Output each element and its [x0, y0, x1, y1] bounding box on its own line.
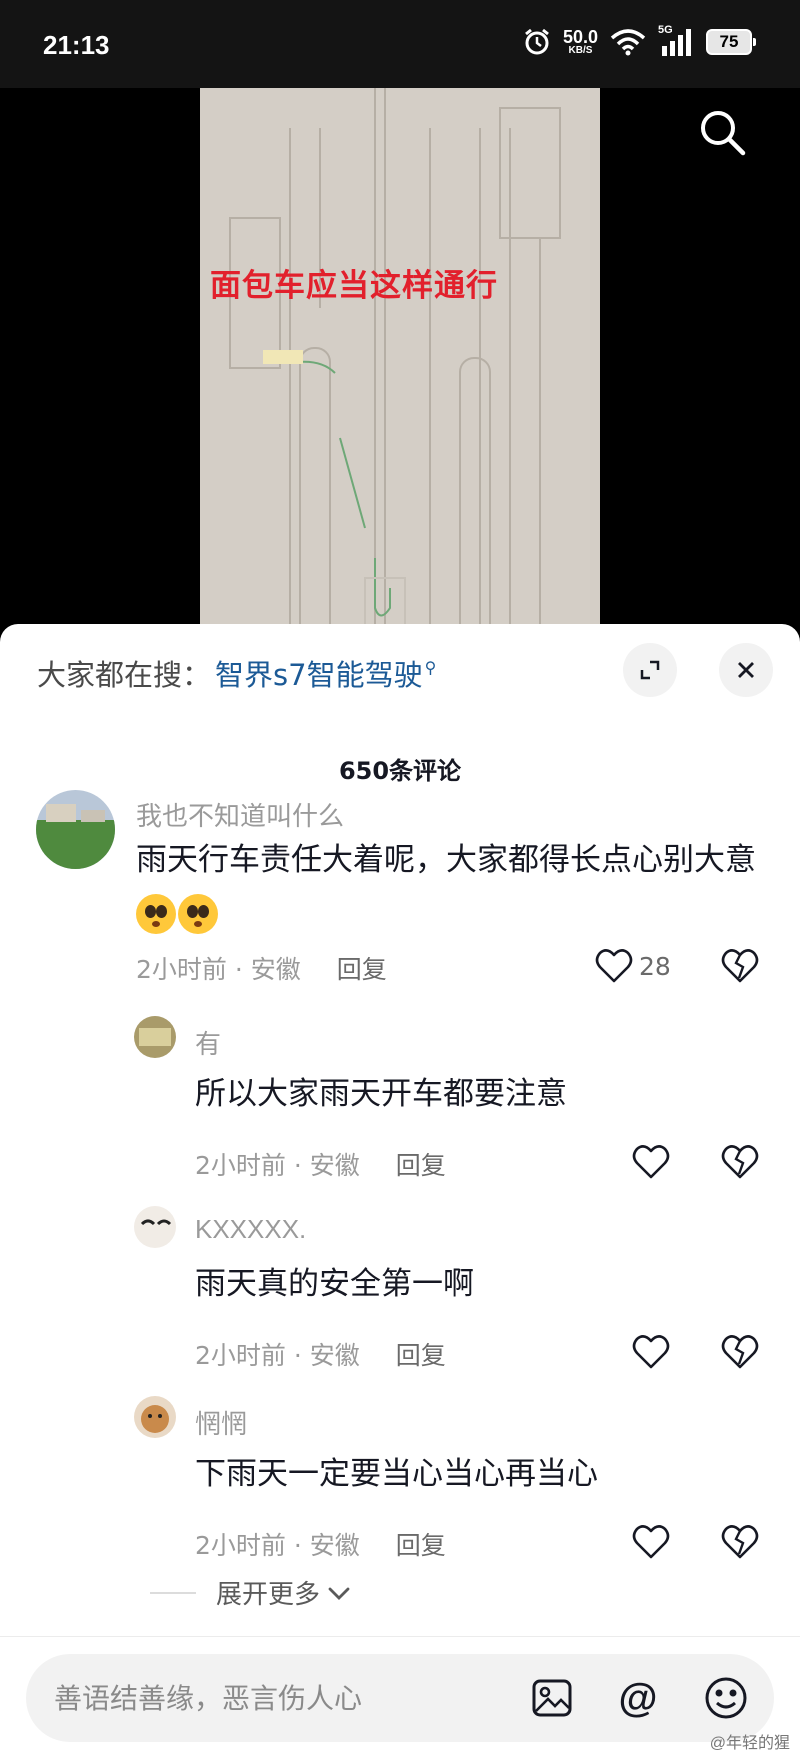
comment-input-container: @ — [26, 1654, 774, 1742]
reply-button[interactable]: 回复 — [337, 950, 387, 986]
expand-more-label: 展开更多 — [216, 1580, 321, 1610]
comment-time-location: 2小时前 · 安徽 — [136, 955, 301, 984]
image-icon — [532, 1679, 572, 1717]
reply-text: 雨天真的安全第一啊 — [195, 1266, 474, 1302]
heart-icon[interactable] — [632, 1524, 670, 1560]
reply-text: 下雨天一定要当心当心再当心 — [195, 1456, 598, 1492]
dislike-icon[interactable] — [721, 1334, 759, 1370]
reply-meta: 2小时前 · 安徽 回复 — [195, 1146, 446, 1182]
comment-input-bar: @ @年轻的猩 — [0, 1636, 800, 1759]
reply-meta: 2小时前 · 安徽 回复 — [195, 1526, 446, 1562]
search-icon[interactable] — [696, 106, 748, 158]
reply-meta: 2小时前 · 安徽 回复 — [195, 1336, 446, 1372]
emoji-face-icon — [705, 1677, 747, 1719]
dislike-icon[interactable] — [721, 1144, 759, 1180]
fullscreen-button[interactable] — [623, 643, 677, 697]
reply-username[interactable]: 有 — [195, 1024, 221, 1061]
avatar[interactable] — [36, 790, 115, 869]
net-speed-unit: KB/S — [568, 45, 593, 56]
comment-input[interactable] — [54, 1654, 514, 1742]
net-speed-value: 50.0 — [562, 27, 598, 47]
heart-icon[interactable] — [632, 1144, 670, 1180]
search-small-icon: ⚲ — [424, 658, 437, 677]
dislike-icon[interactable] — [721, 948, 759, 984]
comment-text: 雨天行车责任大着呢，大家都得长点心别大意 — [136, 834, 776, 938]
dislike-icon[interactable] — [721, 1524, 759, 1560]
reply-time-location: 2小时前 · 安徽 — [195, 1151, 360, 1180]
video-caption: 面包车应当这样通行 — [210, 268, 498, 304]
watermark: @年轻的猩 — [709, 1735, 790, 1752]
comment-text-body: 雨天行车责任大着呢，大家都得长点心别大意 — [136, 842, 756, 878]
image-button[interactable] — [528, 1674, 576, 1722]
avatar[interactable] — [134, 1396, 176, 1438]
expand-more-button[interactable]: 展开更多 — [150, 1574, 352, 1611]
emoji-button[interactable] — [702, 1674, 750, 1722]
close-button[interactable] — [719, 643, 773, 697]
heart-icon[interactable] — [632, 1334, 670, 1370]
comments-sheet: 大家都在搜： 智界s7智能驾驶 ⚲ 650条评论 — [0, 624, 800, 1759]
reply-button[interactable]: 回复 — [396, 1146, 446, 1182]
hot-search-term[interactable]: 智界s7智能驾驶 — [215, 652, 423, 694]
reply-username[interactable]: KXXXXX. — [195, 1214, 306, 1245]
hot-search[interactable]: 大家都在搜： 智界s7智能驾驶 ⚲ — [37, 652, 436, 694]
status-time: 21:13 — [43, 30, 110, 60]
reply-button[interactable]: 回复 — [396, 1336, 446, 1372]
status-bar: 21:13 50.0 KB/S 5G 75 — [0, 0, 800, 88]
alarm-icon — [525, 28, 549, 55]
video-frame — [200, 88, 600, 648]
video-player[interactable]: 面包车应当这样通行 — [0, 88, 800, 648]
battery-indicator: 75 — [706, 29, 756, 55]
chevron-down-icon — [328, 1587, 350, 1600]
avatar[interactable] — [134, 1016, 176, 1058]
road-sketch-illustration — [200, 88, 600, 648]
comment-username[interactable]: 我也不知道叫什么 — [136, 796, 344, 833]
wifi-icon — [610, 29, 646, 56]
like-count: 28 — [639, 951, 671, 981]
heart-icon — [595, 949, 633, 983]
at-icon: @ — [618, 1675, 658, 1720]
reply-username[interactable]: 惘惘 — [195, 1404, 247, 1441]
comment-meta: 2小时前 · 安徽 回复 — [136, 950, 387, 986]
reply-time-location: 2小时前 · 安徽 — [195, 1531, 360, 1560]
emoji-icon — [136, 893, 176, 934]
net-speed: 50.0 KB/S — [563, 28, 598, 56]
mention-button[interactable]: @ — [614, 1674, 662, 1722]
status-icons: 50.0 KB/S 5G 75 — [523, 24, 756, 56]
reply-time-location: 2小时前 · 安徽 — [195, 1341, 360, 1370]
avatar[interactable] — [134, 1206, 176, 1248]
like-button[interactable]: 28 — [595, 948, 671, 984]
expand-icon — [640, 660, 660, 680]
reply-button[interactable]: 回复 — [396, 1526, 446, 1562]
signal-icon: 5G — [658, 24, 694, 56]
comment-count: 650条评论 — [338, 757, 462, 785]
close-icon — [738, 662, 754, 678]
reply-text: 所以大家雨天开车都要注意 — [195, 1076, 567, 1112]
emoji-icon — [178, 893, 218, 934]
divider-line — [150, 1591, 196, 1594]
hot-search-label: 大家都在搜： — [37, 658, 212, 692]
